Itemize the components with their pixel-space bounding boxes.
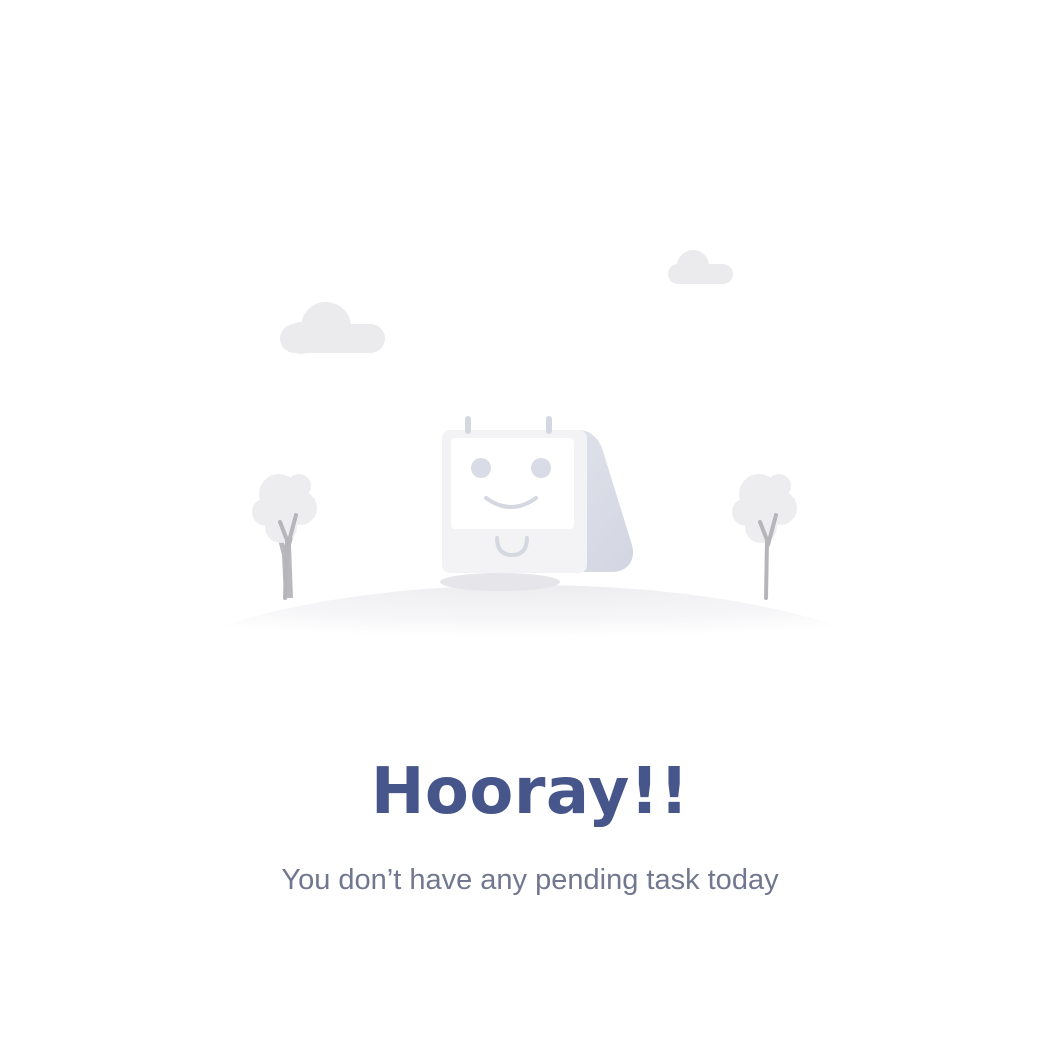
tree-icon [732,474,797,600]
cloud-icon [280,302,385,354]
tree-icon [252,474,317,600]
cloud-icon [668,250,733,284]
empty-state-screen: Hooray!! You don’t have any pending task… [0,0,1060,1060]
empty-state-message: You don’t have any pending task today [281,864,779,896]
hill-icon [150,585,910,660]
empty-state-headline: Hooray!! [370,755,690,829]
empty-state-illustration [150,250,910,660]
calendar-face-icon [440,416,634,591]
